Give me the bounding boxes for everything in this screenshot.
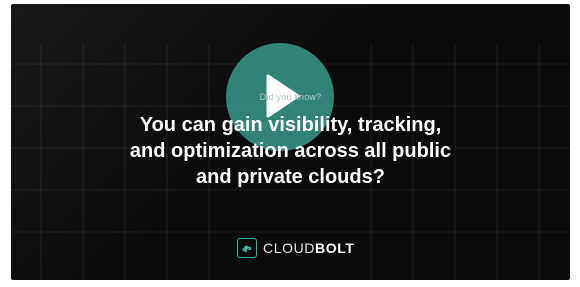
cloudbolt-logo-icon: [237, 238, 257, 258]
brand-name-light: CLOUD: [263, 240, 316, 256]
headline: You can gain visibility, tracking, and o…: [11, 112, 570, 190]
headline-line: and private clouds?: [196, 166, 385, 188]
headline-line: and optimization across all public: [129, 140, 452, 162]
headline-line: You can gain visibility, tracking,: [139, 114, 442, 136]
video-player[interactable]: Did you know? You can gain visibility, t…: [11, 4, 570, 280]
cloudbolt-logo: CLOUDBOLT: [237, 237, 354, 259]
brand-name: CLOUDBOLT: [263, 240, 354, 256]
brand-name-bold: BOLT: [315, 240, 355, 256]
eyebrow-text: Did you know?: [259, 92, 322, 102]
